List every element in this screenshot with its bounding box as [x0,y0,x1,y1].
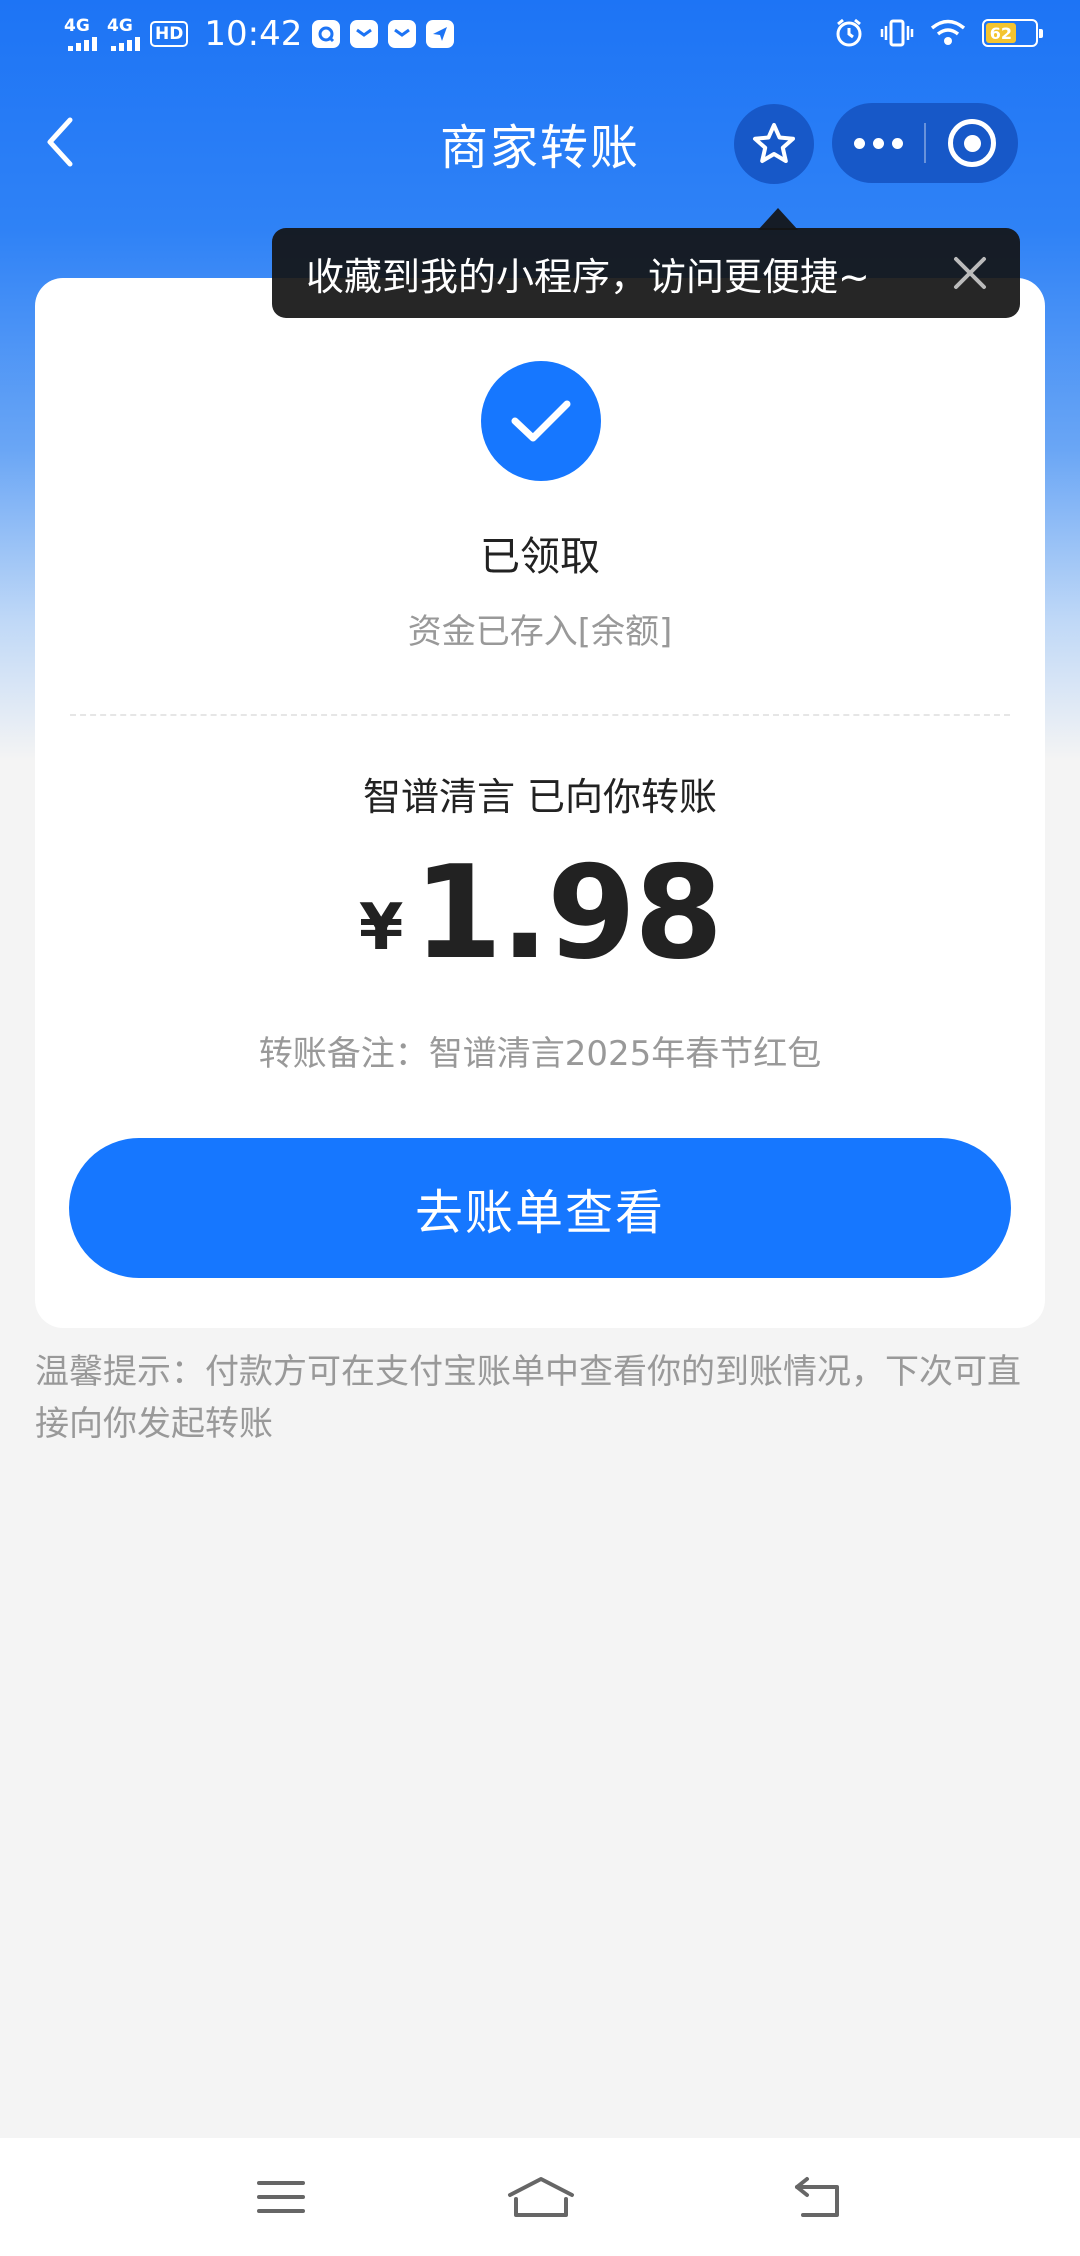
signal-bars-icon [111,35,140,51]
battery-percent: 62 [989,23,1012,43]
more-button[interactable] [832,103,924,183]
view-bill-button[interactable]: 去账单查看 [69,1138,1011,1278]
currency-symbol: ¥ [358,891,404,965]
signal-bars-icon [68,35,97,51]
signal-2: 4G [107,15,140,51]
amount: ¥1.98 [35,850,1045,978]
mini-program-capsule [832,103,1018,183]
star-icon [753,123,795,163]
back-icon [795,2177,839,2217]
mail-notification-icon [388,20,417,48]
success-badge [481,361,601,481]
divider [70,714,1010,716]
check-icon [511,400,571,442]
menu-icon [257,2181,305,2213]
alarm-icon [836,18,862,47]
favorite-tooltip: 收藏到我的小程序，访问更便捷~ [272,208,1020,318]
send-notification-icon [426,20,455,48]
battery-icon: 62 [982,19,1043,47]
home-button[interactable] [496,2162,586,2232]
mail-notification-icon [350,20,379,48]
menu-button[interactable] [236,2162,326,2232]
wifi-icon [930,19,966,45]
system-nav-bar [0,2138,1080,2256]
sender-line: 智谱清言 已向你转账 [362,775,718,819]
status-title: 已领取 [480,534,600,580]
amount-value: 1.98 [413,839,723,988]
close-mini-program-button[interactable] [926,103,1018,183]
favorite-button[interactable] [734,104,814,184]
more-dots-icon [872,137,884,149]
more-dots-icon [891,137,903,149]
signal-2-label: 4G [107,15,133,36]
transfer-remark: 转账备注：智谱清言2025年春节红包 [258,1034,822,1074]
status-time: 10:42 [204,14,303,54]
status-subtitle: 资金已存入[余额] [407,612,673,652]
vibrate-icon [880,19,914,47]
signal-1-label: 4G [64,15,90,36]
hd-badge: HD [150,21,189,47]
close-icon[interactable] [950,253,990,293]
close-target-icon [948,119,996,167]
tip-text: 温馨提示：付款方可在支付宝账单中查看你的到账情况，下次可直接向你发起转账 [35,1352,1021,1444]
battery-level: 62 [986,23,1016,43]
transfer-card: 已领取 资金已存入[余额] 智谱清言 已向你转账 ¥1.98 转账备注：智谱清言… [35,278,1045,1328]
more-dots-icon [853,137,865,149]
status-bar: 4G 4G HD 10:42 62 [0,0,1080,76]
q-notification-icon [312,20,341,48]
back-nav-button[interactable] [774,2162,864,2232]
tooltip-text: 收藏到我的小程序，访问更便捷~ [306,254,870,299]
signal-1: 4G [64,15,97,51]
home-icon [508,2177,574,2217]
